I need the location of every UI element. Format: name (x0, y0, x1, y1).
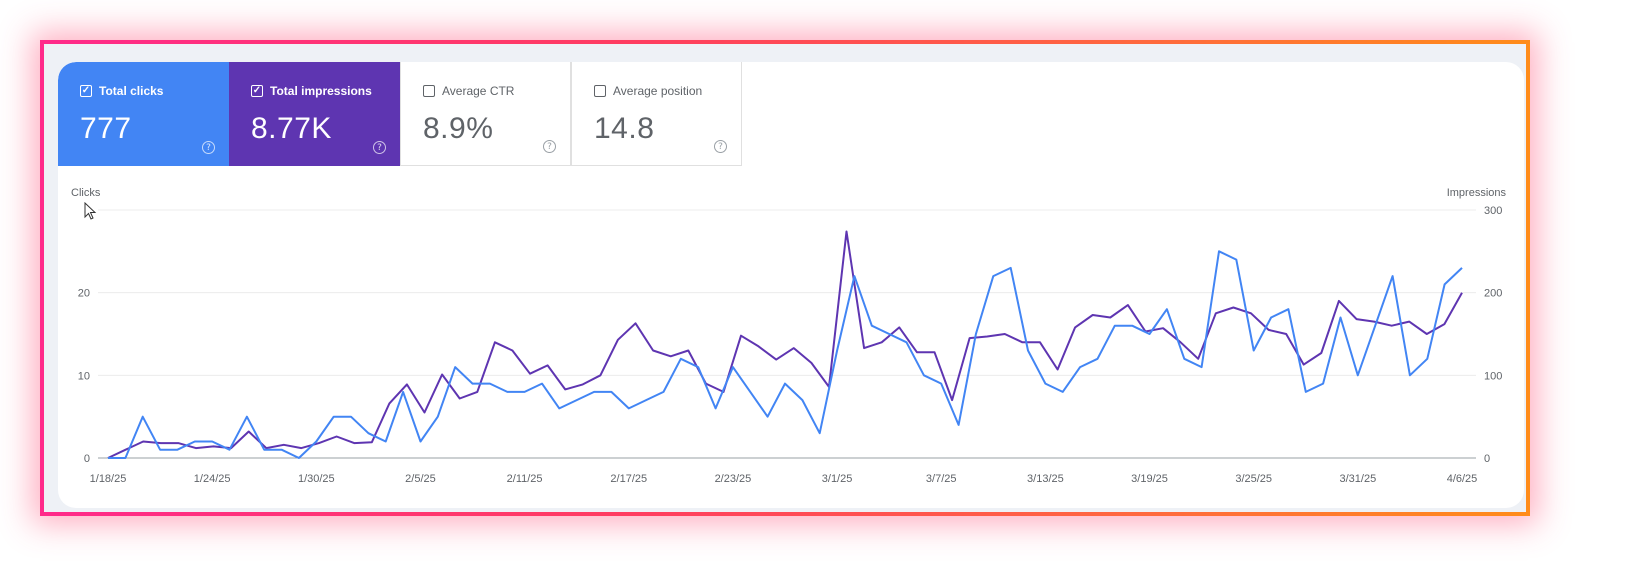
left-tick-label: 10 (78, 370, 90, 382)
x-tick-label: 3/25/25 (1235, 473, 1272, 485)
x-tick-label: 2/11/25 (507, 473, 543, 485)
x-tick-label: 2/17/25 (610, 473, 647, 485)
performance-chart: 00101002020033001/18/251/24/251/30/252/5… (78, 205, 1503, 485)
right-tick-label: 300 (1484, 205, 1502, 217)
x-tick-label: 1/18/25 (90, 473, 127, 485)
left-tick-label: 20 (78, 288, 90, 300)
right-tick-label: 100 (1484, 370, 1502, 382)
performance-card: ✓ Total clicks 777 ? ✓ Total impressions… (58, 62, 1524, 508)
left-tick-label: 0 (84, 453, 90, 465)
x-tick-label: 3/13/25 (1027, 473, 1064, 485)
mouse-cursor-icon (84, 202, 97, 220)
x-tick-label: 3/19/25 (1131, 473, 1168, 485)
x-tick-label: 3/31/25 (1339, 473, 1376, 485)
x-tick-label: 3/1/25 (822, 473, 853, 485)
right-tick-label: 200 (1484, 288, 1502, 300)
x-tick-label: 2/5/25 (405, 473, 436, 485)
x-tick-label: 3/7/25 (926, 473, 957, 485)
x-tick-label: 2/23/25 (715, 473, 752, 485)
x-tick-label: 4/6/25 (1447, 473, 1478, 485)
x-tick-label: 1/24/25 (194, 473, 231, 485)
right-tick-label: 0 (1484, 453, 1490, 465)
x-tick-label: 1/30/25 (298, 473, 335, 485)
series-line-impressions (107, 230, 1463, 459)
